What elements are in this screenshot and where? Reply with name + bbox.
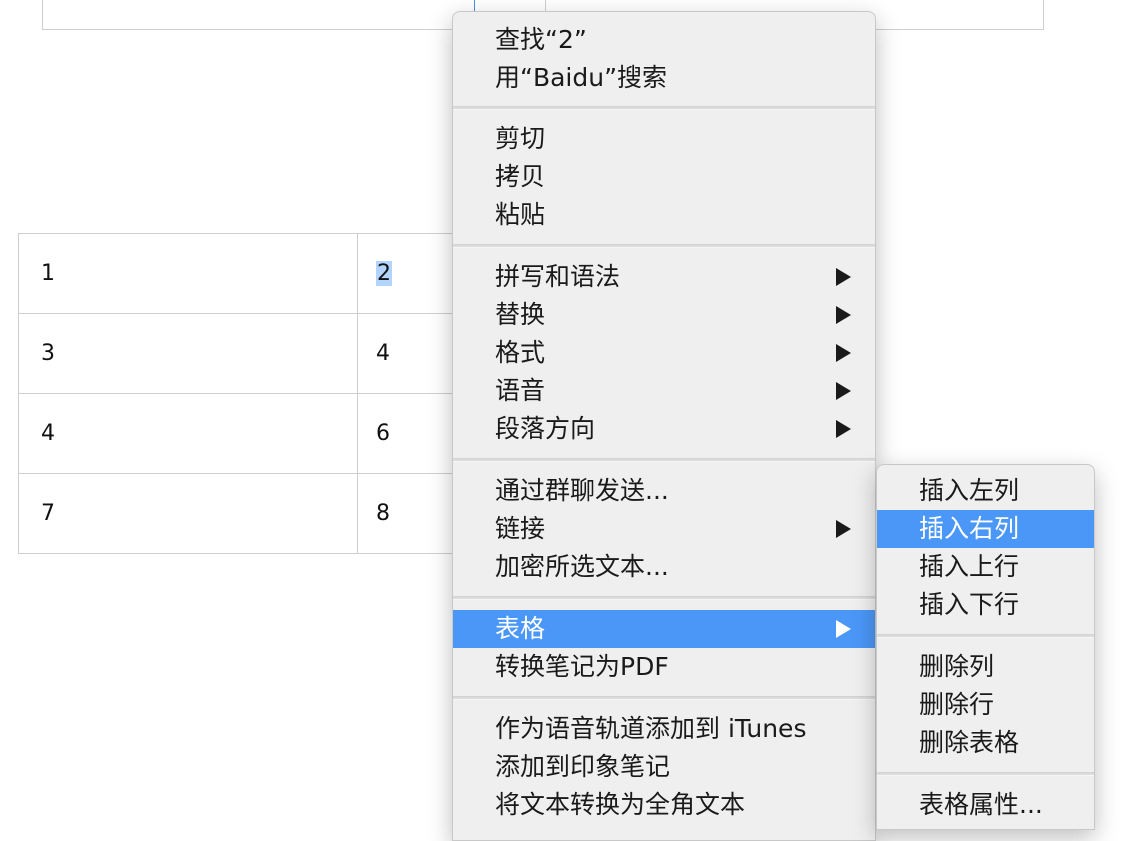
menu-separator xyxy=(453,244,875,248)
menu-item-substitutions[interactable]: 替换 xyxy=(453,296,875,334)
menu-item-find[interactable]: 查找“2” xyxy=(453,21,875,59)
submenu-item-insert-below[interactable]: 插入下行 xyxy=(877,586,1094,624)
menu-item-to-pdf[interactable]: 转换笔记为PDF xyxy=(453,648,875,686)
submenu-arrow-icon xyxy=(836,620,851,638)
menu-separator xyxy=(877,772,1094,776)
table-submenu: 插入左列 插入右列 插入上行 插入下行 删除列 删除行 删除表格 表格属性... xyxy=(876,464,1095,830)
menu-item-cut[interactable]: 剪切 xyxy=(453,120,875,158)
menu-separator xyxy=(453,106,875,110)
menu-item-copy[interactable]: 拷贝 xyxy=(453,158,875,196)
table-cell[interactable]: 3 xyxy=(18,313,358,394)
menu-item-send-group-chat[interactable]: 通过群聊发送... xyxy=(453,472,875,510)
submenu-arrow-icon xyxy=(836,268,851,286)
menu-item-link[interactable]: 链接 xyxy=(453,510,875,548)
submenu-arrow-icon xyxy=(836,520,851,538)
menu-item-table[interactable]: 表格 xyxy=(453,610,875,648)
menu-item-format[interactable]: 格式 xyxy=(453,334,875,372)
table-cell[interactable]: 7 xyxy=(18,473,358,554)
submenu-item-insert-above[interactable]: 插入上行 xyxy=(877,548,1094,586)
submenu-arrow-icon xyxy=(836,382,851,400)
table-cell[interactable]: 4 xyxy=(18,393,358,474)
menu-item-paragraph-direction[interactable]: 段落方向 xyxy=(453,410,875,448)
selected-text: 2 xyxy=(376,261,392,286)
menu-item-label: 语音 xyxy=(495,376,546,405)
menu-item-label: 链接 xyxy=(495,514,546,543)
menu-item-encrypt[interactable]: 加密所选文本... xyxy=(453,548,875,586)
table-cell[interactable]: 1 xyxy=(18,233,358,314)
menu-item-search-baidu[interactable]: 用“Baidu”搜索 xyxy=(453,59,875,97)
menu-item-add-itunes[interactable]: 作为语音轨道添加到 iTunes xyxy=(453,710,875,748)
menu-separator xyxy=(453,596,875,600)
menu-item-speech[interactable]: 语音 xyxy=(453,372,875,410)
menu-separator xyxy=(877,634,1094,638)
menu-separator xyxy=(453,696,875,700)
submenu-item-insert-right[interactable]: 插入右列 xyxy=(877,510,1094,548)
submenu-item-delete-column[interactable]: 删除列 xyxy=(877,648,1094,686)
submenu-item-delete-table[interactable]: 删除表格 xyxy=(877,724,1094,762)
menu-item-spelling[interactable]: 拼写和语法 xyxy=(453,258,875,296)
menu-item-label: 表格 xyxy=(495,614,546,643)
menu-item-paste[interactable]: 粘贴 xyxy=(453,196,875,234)
menu-separator xyxy=(453,458,875,462)
submenu-arrow-icon xyxy=(836,306,851,324)
submenu-arrow-icon xyxy=(836,344,851,362)
submenu-item-insert-left[interactable]: 插入左列 xyxy=(877,472,1094,510)
menu-item-fullwidth[interactable]: 将文本转换为全角文本 xyxy=(453,786,875,824)
menu-item-label: 格式 xyxy=(495,338,546,367)
menu-item-label: 段落方向 xyxy=(495,414,596,443)
menu-item-add-evernote[interactable]: 添加到印象笔记 xyxy=(453,748,875,786)
context-menu: 查找“2” 用“Baidu”搜索 剪切 拷贝 粘贴 拼写和语法 替换 格式 语音… xyxy=(452,11,876,841)
submenu-arrow-icon xyxy=(836,420,851,438)
submenu-item-delete-row[interactable]: 删除行 xyxy=(877,686,1094,724)
menu-item-label: 拼写和语法 xyxy=(495,262,621,291)
menu-item-label: 替换 xyxy=(495,300,546,329)
submenu-item-table-properties[interactable]: 表格属性... xyxy=(877,786,1094,824)
